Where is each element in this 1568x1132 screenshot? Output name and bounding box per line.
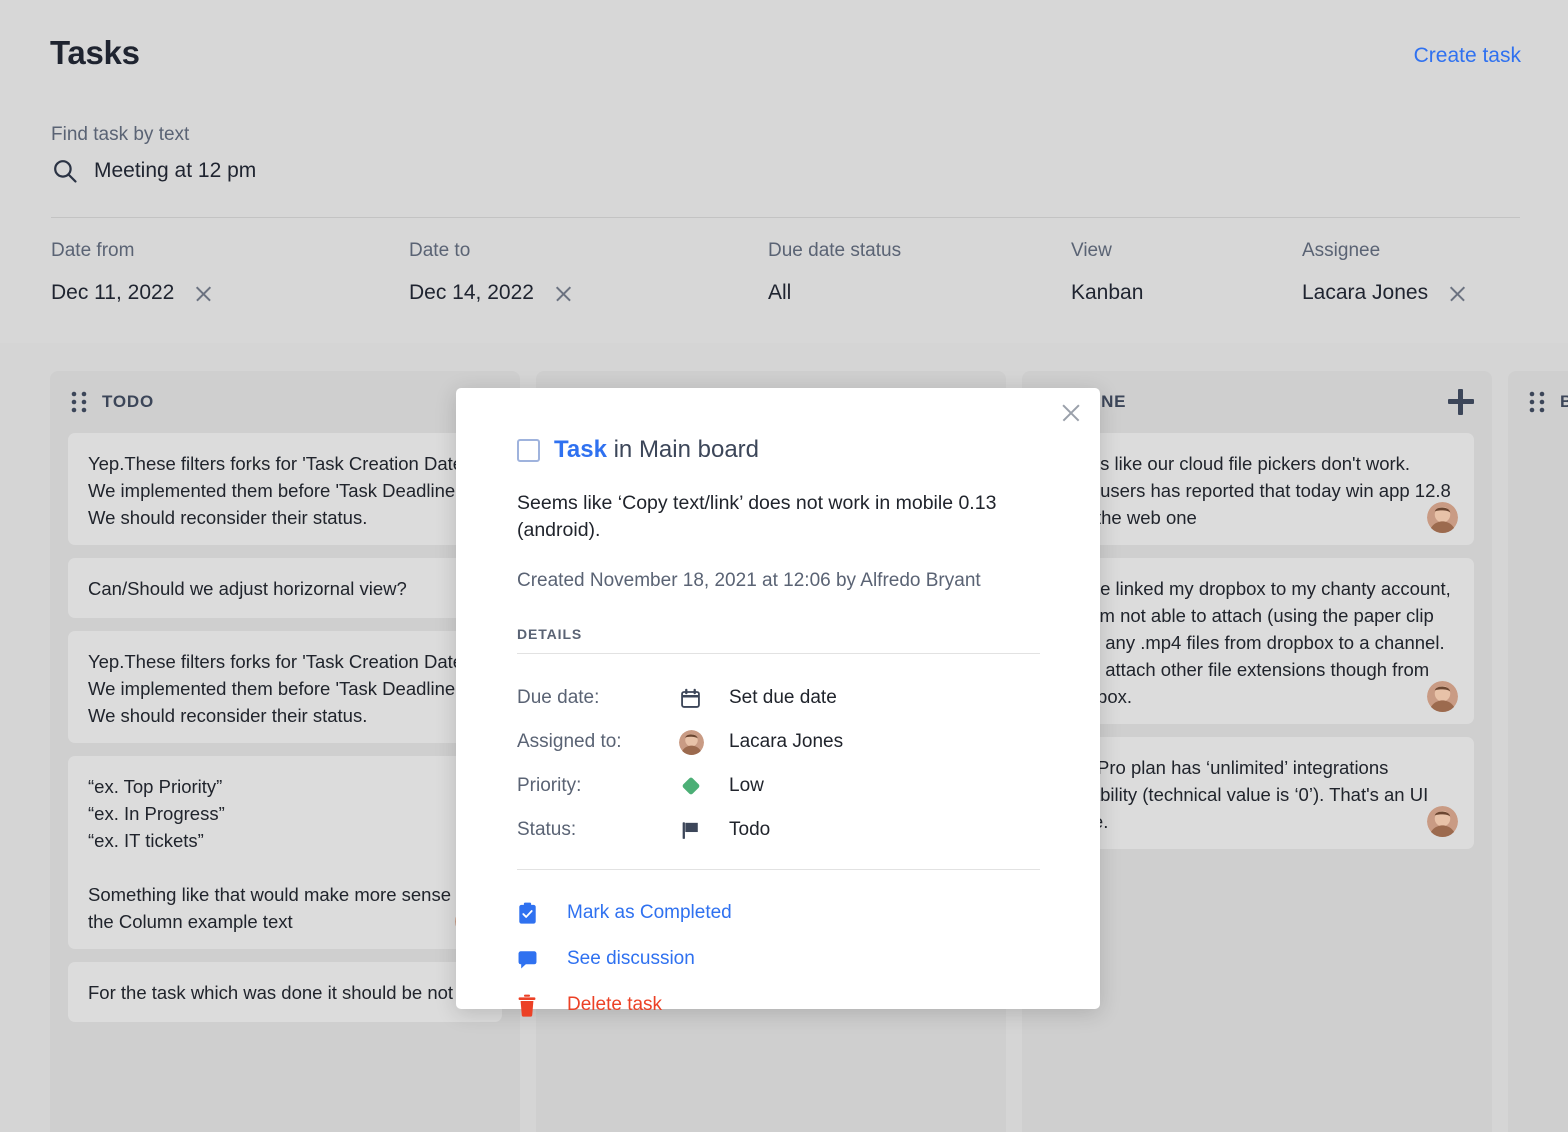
- task-card-text: Looks like our cloud file pickers don't …: [1060, 450, 1454, 531]
- detail-key-assigned-to: Assigned to:: [517, 731, 679, 753]
- column-header-todo: TODO: [50, 371, 520, 433]
- detail-value-due-date[interactable]: Set due date: [729, 687, 837, 709]
- filter-view: View Kanban: [1071, 240, 1143, 305]
- column-title-todo: TODO: [102, 392, 154, 412]
- filter-assignee: Assignee Lacara Jones: [1302, 240, 1467, 305]
- detail-key-status: Status:: [517, 819, 679, 841]
- modal-title-board: in Main board: [607, 436, 759, 463]
- details-divider: [517, 653, 1040, 654]
- delete-task-button[interactable]: Delete task: [517, 982, 1040, 1028]
- task-card-text: “ex. Top Priority” “ex. In Progress” “ex…: [88, 773, 482, 935]
- filter-view-label: View: [1071, 240, 1143, 262]
- filter-due-date-status-label: Due date status: [768, 240, 901, 262]
- filter-view-value[interactable]: Kanban: [1071, 281, 1143, 305]
- detail-row-status[interactable]: Status: Todo: [517, 808, 1040, 852]
- filter-assignee-value[interactable]: Lacara Jones: [1302, 281, 1428, 305]
- filter-assignee-label: Assignee: [1302, 240, 1467, 262]
- modal-title-type: Task: [554, 436, 607, 463]
- priority-diamond-icon: [679, 774, 729, 798]
- task-card[interactable]: Yep.These filters forks for 'Task Creati…: [68, 433, 502, 545]
- column-header-backlog: B: [1508, 371, 1568, 433]
- search-field[interactable]: Meeting at 12 pm: [51, 157, 256, 185]
- modal-title-row: Task in Main board: [517, 436, 1040, 464]
- task-card[interactable]: Yep.These filters forks for 'Task Creati…: [68, 631, 502, 743]
- checklist-icon: [517, 902, 567, 925]
- search-icon: [51, 157, 79, 185]
- task-card-text: Can/Should we adjust horizornal view?: [88, 575, 482, 602]
- detail-value-assigned-to[interactable]: Lacara Jones: [729, 731, 843, 753]
- detail-value-priority[interactable]: Low: [729, 775, 764, 797]
- avatar: [1427, 681, 1458, 712]
- avatar: [1427, 806, 1458, 837]
- task-card-text: Yep.These filters forks for 'Task Creati…: [88, 648, 482, 729]
- mark-as-completed-button[interactable]: Mark as Completed: [517, 890, 1040, 936]
- task-card-text: I have linked my dropbox to my chanty ac…: [1060, 575, 1454, 710]
- flag-icon: [679, 819, 729, 842]
- task-card[interactable]: Can/Should we adjust horizornal view?: [68, 558, 502, 618]
- filter-date-to-label: Date to: [409, 240, 573, 262]
- detail-row-priority[interactable]: Priority: Low: [517, 764, 1040, 808]
- filter-date-from-clear-icon[interactable]: [194, 284, 213, 303]
- search-label: Find task by text: [51, 124, 189, 146]
- task-card-text: Yep.These filters forks for 'Task Creati…: [88, 450, 482, 531]
- drag-handle-icon[interactable]: [1528, 390, 1560, 414]
- comment-icon: [517, 949, 567, 970]
- task-description: Seems like ‘Copy text/link’ does not wor…: [517, 490, 1040, 544]
- calendar-icon: [679, 687, 729, 710]
- header-divider: [51, 217, 1520, 218]
- detail-key-due-date: Due date:: [517, 687, 679, 709]
- mark-as-completed-label: Mark as Completed: [567, 902, 732, 924]
- detail-key-priority: Priority:: [517, 775, 679, 797]
- drag-handle-icon[interactable]: [70, 390, 102, 414]
- page-title: Tasks: [50, 34, 140, 72]
- task-details-list: Due date: Set due date Assign: [517, 676, 1040, 852]
- detail-value-status[interactable]: Todo: [729, 819, 770, 841]
- detail-row-assigned-to[interactable]: Assigned to: Lacara Jo: [517, 720, 1040, 764]
- modal-body: Task in Main board Seems like ‘Copy text…: [456, 388, 1100, 1028]
- filter-due-date-status-value[interactable]: All: [768, 281, 791, 305]
- filter-date-to: Date to Dec 14, 2022: [409, 240, 573, 305]
- modal-title: Task in Main board: [554, 436, 759, 464]
- task-card[interactable]: “ex. Top Priority” “ex. In Progress” “ex…: [68, 756, 502, 949]
- avatar-icon: [679, 730, 729, 755]
- kanban-column-backlog[interactable]: B: [1508, 371, 1568, 1132]
- detail-row-due-date[interactable]: Due date: Set due date: [517, 676, 1040, 720]
- trash-icon: [517, 994, 567, 1017]
- filter-assignee-clear-icon[interactable]: [1448, 284, 1467, 303]
- task-card[interactable]: Looks like our cloud file pickers don't …: [1040, 433, 1474, 545]
- kanban-column-todo[interactable]: TODO Yep.These filters forks for 'Task C…: [50, 371, 520, 1132]
- details-section-label: DETAILS: [517, 626, 1040, 642]
- task-card-text: For the task which was done it should be…: [88, 979, 482, 1006]
- avatar: [1427, 502, 1458, 533]
- task-actions: Mark as Completed See discussion: [517, 890, 1040, 1028]
- actions-divider: [517, 869, 1040, 870]
- task-card-text: The Pro plan has ‘unlimited’ integration…: [1060, 754, 1454, 835]
- page-header: Tasks Create task Find task by text Meet…: [0, 0, 1568, 343]
- filter-date-to-clear-icon[interactable]: [554, 284, 573, 303]
- filter-date-to-value[interactable]: Dec 14, 2022: [409, 281, 534, 305]
- column-title-backlog: B: [1560, 392, 1568, 412]
- plus-icon[interactable]: [1448, 389, 1474, 415]
- tasks-app: Tasks Create task Find task by text Meet…: [0, 0, 1568, 1132]
- task-card[interactable]: The Pro plan has ‘unlimited’ integration…: [1040, 737, 1474, 849]
- column-cards-todo: Yep.These filters forks for 'Task Creati…: [50, 433, 520, 1022]
- filter-date-from-label: Date from: [51, 240, 213, 262]
- filter-bar: Date from Dec 11, 2022 Date to Dec 14, 2…: [0, 240, 1568, 330]
- filter-date-from-value[interactable]: Dec 11, 2022: [51, 281, 174, 305]
- delete-task-label: Delete task: [567, 994, 662, 1016]
- close-icon[interactable]: [1060, 402, 1082, 424]
- create-task-button[interactable]: Create task: [1414, 44, 1521, 68]
- assignee-avatar: [679, 730, 704, 755]
- task-created-meta: Created November 18, 2021 at 12:06 by Al…: [517, 570, 1040, 592]
- filter-date-from: Date from Dec 11, 2022: [51, 240, 213, 305]
- see-discussion-label: See discussion: [567, 948, 695, 970]
- task-card[interactable]: For the task which was done it should be…: [68, 962, 502, 1022]
- task-complete-checkbox[interactable]: [517, 439, 540, 462]
- task-detail-modal: Task in Main board Seems like ‘Copy text…: [456, 388, 1100, 1009]
- see-discussion-button[interactable]: See discussion: [517, 936, 1040, 982]
- search-input-value[interactable]: Meeting at 12 pm: [94, 159, 256, 183]
- filter-due-date-status: Due date status All: [768, 240, 901, 305]
- task-card[interactable]: I have linked my dropbox to my chanty ac…: [1040, 558, 1474, 724]
